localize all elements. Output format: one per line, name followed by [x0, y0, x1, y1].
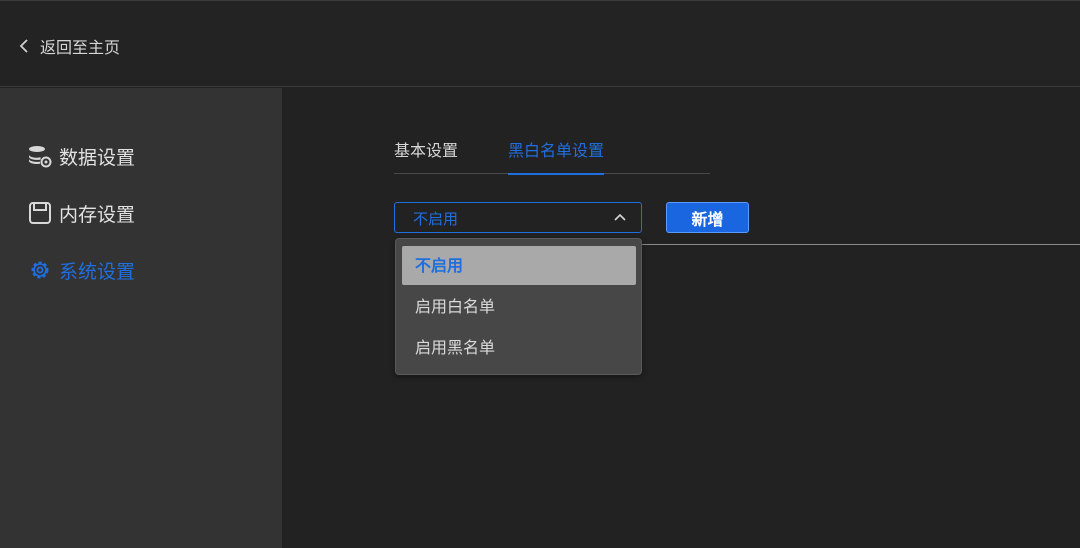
memory-icon — [27, 200, 53, 226]
sidebar-item-system-settings[interactable]: 系统设置 — [27, 256, 135, 284]
mode-select[interactable]: 不启用 — [394, 202, 642, 233]
add-button[interactable]: 新增 — [666, 202, 749, 233]
select-value: 不启用 — [413, 210, 459, 228]
divider — [642, 244, 1080, 245]
sidebar-item-label: 数据设置 — [59, 146, 136, 169]
back-label: 返回至主页 — [40, 38, 121, 57]
gear-icon — [27, 257, 53, 283]
main-content: 基本设置 黑白名单设置 不启用 新增 不启用 启用白名单 启用黑名单 — [282, 88, 1080, 548]
option-disabled[interactable]: 不启用 — [402, 246, 636, 285]
tab-bar: 基本设置 黑白名单设置 — [394, 140, 710, 175]
sidebar-item-label: 内存设置 — [59, 203, 136, 226]
database-gear-icon — [27, 143, 53, 169]
chevron-left-icon — [19, 39, 28, 53]
top-bar: 返回至主页 — [0, 0, 1080, 87]
tab-blacklist-whitelist-settings[interactable]: 黑白名单设置 — [508, 140, 605, 175]
sidebar-item-label: 系统设置 — [59, 260, 136, 283]
sidebar-item-data-settings[interactable]: 数据设置 — [27, 142, 135, 170]
chevron-up-icon — [614, 213, 626, 221]
option-enable-whitelist[interactable]: 启用白名单 — [402, 287, 636, 326]
select-dropdown: 不启用 启用白名单 启用黑名单 — [395, 238, 642, 375]
sidebar: 数据设置 内存设置 系统设置 — [0, 88, 282, 548]
back-to-home-link[interactable]: 返回至主页 — [18, 34, 120, 58]
tab-basic-settings[interactable]: 基本设置 — [394, 140, 458, 174]
option-enable-blacklist[interactable]: 启用黑名单 — [402, 328, 636, 367]
sidebar-item-memory-settings[interactable]: 内存设置 — [27, 199, 135, 227]
